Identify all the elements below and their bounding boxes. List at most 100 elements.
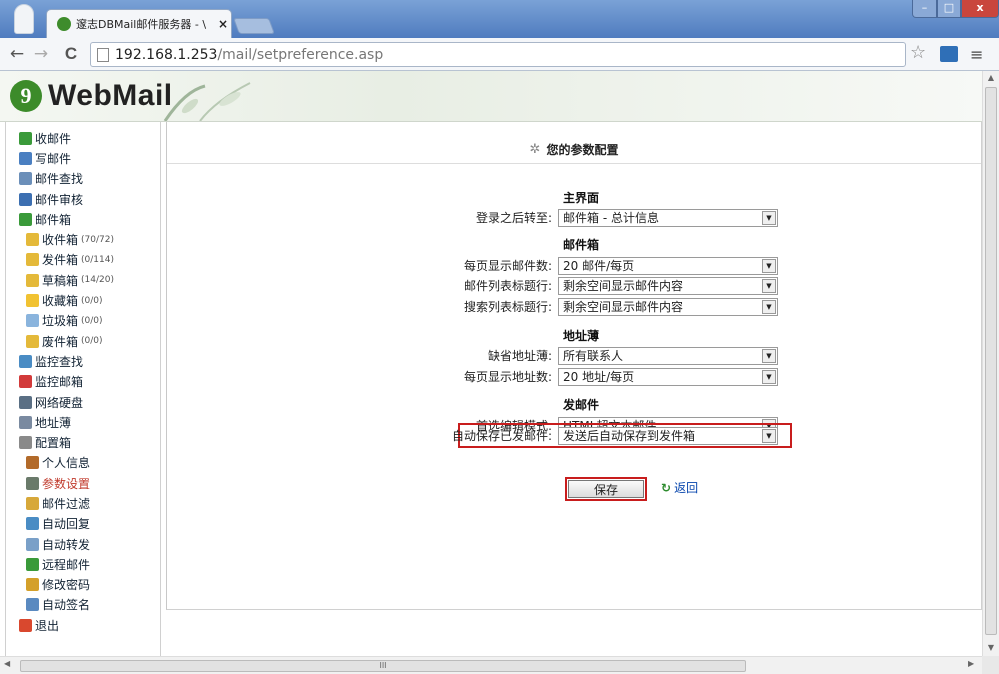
field-default-address-book: 缺省地址薄: 所有联系人 ▼ bbox=[442, 346, 787, 365]
gear-icon bbox=[26, 476, 39, 490]
field-label: 缺省地址薄: bbox=[487, 349, 552, 363]
sidebar-item[interactable]: 自动签名 bbox=[6, 595, 160, 615]
sidebar-item[interactable]: 网络硬盘 bbox=[6, 392, 160, 412]
sidebar-item[interactable]: 收藏箱 (0/0) bbox=[6, 290, 160, 310]
preferences-panel: ✲ 您的参数配置 主界面 登录之后转至: 邮件箱 - 总计信息 ▼ 邮件箱 每页显… bbox=[166, 122, 982, 610]
chevron-down-icon[interactable]: ▼ bbox=[762, 210, 776, 225]
tab-close-icon[interactable]: × bbox=[215, 17, 231, 31]
vertical-scroll-thumb[interactable] bbox=[985, 87, 997, 635]
sidebar-item-label: 收件箱 bbox=[42, 233, 79, 248]
section-main-ui: 主界面 bbox=[563, 191, 600, 205]
tab-title: 邃志DBMail邮件服务器 - \ bbox=[76, 18, 207, 31]
logout-icon bbox=[19, 618, 32, 632]
webmail-logo: 9 WebMail bbox=[10, 79, 173, 113]
back-link[interactable]: ↻ 返回 bbox=[661, 479, 698, 496]
sidebar-item[interactable]: 自动回复 bbox=[6, 514, 160, 534]
page-header: 9 WebMail bbox=[0, 71, 982, 122]
default-address-book-select[interactable]: 所有联系人 ▼ bbox=[558, 346, 778, 365]
scroll-right-icon[interactable]: ▶ bbox=[968, 659, 974, 668]
chevron-down-icon[interactable]: ▼ bbox=[762, 348, 776, 363]
chevron-down-icon[interactable]: ▼ bbox=[762, 278, 776, 293]
window-maximize-button[interactable]: □ bbox=[937, 0, 961, 18]
forward-arrow-icon[interactable]: → bbox=[30, 44, 52, 64]
reload-icon[interactable]: C bbox=[60, 44, 82, 64]
sidebar-item[interactable]: 垃圾箱 (0/0) bbox=[6, 311, 160, 331]
back-arrow-icon: ↻ bbox=[661, 480, 672, 495]
sidebar-item[interactable]: 发件箱 (0/114) bbox=[6, 250, 160, 270]
sidebar-item-label: 邮件查找 bbox=[35, 172, 84, 187]
sidebar-item[interactable]: 退出 bbox=[6, 615, 160, 635]
chevron-down-icon[interactable]: ▼ bbox=[762, 258, 776, 273]
sidebar-item[interactable]: 监控查找 bbox=[6, 351, 160, 371]
sidebar-item[interactable]: 收邮件 bbox=[6, 128, 160, 148]
sidebar-item[interactable]: 地址薄 bbox=[6, 412, 160, 432]
back-arrow-icon[interactable]: ← bbox=[6, 44, 28, 64]
address-bar[interactable]: 192.168.1.253/mail/setpreference.asp bbox=[90, 42, 906, 67]
window-titlebar: 邃志DBMail邮件服务器 - \ × – □ x bbox=[0, 0, 999, 38]
section-mailbox: 邮件箱 bbox=[563, 238, 600, 252]
folder-count: (14/20) bbox=[81, 275, 114, 286]
sidebar-item[interactable]: 草稿箱 (14/20) bbox=[6, 270, 160, 290]
new-tab-button[interactable] bbox=[233, 18, 275, 34]
sidebar-item[interactable]: 监控邮箱 bbox=[6, 372, 160, 392]
vertical-scrollbar[interactable]: ▲ ▼ bbox=[982, 71, 999, 656]
sidebar-item[interactable]: 写邮件 bbox=[6, 148, 160, 168]
user-avatar-icon[interactable] bbox=[14, 4, 34, 34]
mails-per-page-select[interactable]: 20 邮件/每页 ▼ bbox=[558, 256, 778, 275]
bookmark-star-icon[interactable]: ☆ bbox=[910, 42, 926, 63]
browser-menu-icon[interactable]: ≡ bbox=[970, 45, 983, 64]
extension-icon[interactable] bbox=[940, 46, 958, 62]
mailbox-home-icon bbox=[19, 212, 32, 226]
page-icon bbox=[97, 47, 109, 62]
horizontal-scrollbar[interactable]: ◀ III ▶ bbox=[0, 656, 982, 674]
sidebar-item-label: 网络硬盘 bbox=[35, 395, 84, 410]
sidebar-item[interactable]: 自动转发 bbox=[6, 534, 160, 554]
field-search-list-title: 搜索列表标题行: 剩余空间显示邮件内容 ▼ bbox=[442, 297, 787, 316]
sidebar-item[interactable]: 收件箱 (70/72) bbox=[6, 229, 160, 249]
search-icon bbox=[19, 172, 32, 186]
addresses-per-page-select[interactable]: 20 地址/每页 ▼ bbox=[558, 367, 778, 386]
folder-count: (0/0) bbox=[81, 315, 103, 326]
filter-mail-icon bbox=[26, 496, 39, 510]
lock-icon bbox=[26, 578, 39, 592]
auto-save-sent-select[interactable]: 发送后自动保存到发件箱 ▼ bbox=[558, 426, 778, 445]
save-button[interactable]: 保存 bbox=[565, 477, 647, 501]
chevron-down-icon[interactable]: ▼ bbox=[762, 369, 776, 384]
field-addresses-per-page: 每页显示地址数: 20 地址/每页 ▼ bbox=[442, 367, 787, 386]
scroll-down-icon[interactable]: ▼ bbox=[983, 643, 999, 652]
sidebar-item[interactable]: 邮件箱 bbox=[6, 209, 160, 229]
sidebar-item[interactable]: 修改密码 bbox=[6, 575, 160, 595]
sidebar-item[interactable]: 参数设置 bbox=[6, 473, 160, 493]
url-path: /mail/setpreference.asp bbox=[217, 46, 384, 63]
browser-toolbar: ← → C 192.168.1.253/mail/setpreference.a… bbox=[0, 38, 999, 71]
field-auto-save-sent: 自动保存已发邮件: 发送后自动保存到发件箱 ▼ bbox=[442, 426, 787, 445]
field-label: 邮件列表标题行: bbox=[463, 279, 552, 293]
sidebar-item-label: 配置箱 bbox=[35, 436, 72, 451]
sidebar-item-label: 收藏箱 bbox=[42, 294, 79, 309]
sidebar-item-label: 修改密码 bbox=[42, 578, 91, 593]
scroll-up-icon[interactable]: ▲ bbox=[983, 73, 999, 82]
mail-list-title-select[interactable]: 剩余空间显示邮件内容 ▼ bbox=[558, 276, 778, 295]
sidebar-item-label: 自动签名 bbox=[42, 598, 91, 613]
deleted-folder-icon bbox=[26, 334, 39, 348]
scroll-left-icon[interactable]: ◀ bbox=[4, 659, 10, 668]
save-button-label: 保存 bbox=[568, 480, 644, 498]
search-list-title-select[interactable]: 剩余空间显示邮件内容 ▼ bbox=[558, 297, 778, 316]
window-close-button[interactable]: x bbox=[961, 0, 999, 18]
after-login-select[interactable]: 邮件箱 - 总计信息 ▼ bbox=[558, 208, 778, 227]
sidebar-item[interactable]: 邮件查找 bbox=[6, 169, 160, 189]
site-favicon-icon bbox=[57, 17, 71, 31]
chevron-down-icon[interactable]: ▼ bbox=[762, 428, 776, 443]
sidebar-item[interactable]: 邮件审核 bbox=[6, 189, 160, 209]
sidebar-item[interactable]: 远程邮件 bbox=[6, 554, 160, 574]
sidebar-item[interactable]: 邮件过滤 bbox=[6, 493, 160, 513]
sidebar-item-label: 收邮件 bbox=[35, 131, 72, 146]
sidebar-item[interactable]: 废件箱 (0/0) bbox=[6, 331, 160, 351]
browser-tab[interactable]: 邃志DBMail邮件服务器 - \ × bbox=[46, 9, 232, 38]
sidebar-item[interactable]: 个人信息 bbox=[6, 453, 160, 473]
chevron-down-icon[interactable]: ▼ bbox=[762, 299, 776, 314]
horizontal-scroll-thumb[interactable]: III bbox=[20, 660, 746, 672]
window-minimize-button[interactable]: – bbox=[912, 0, 937, 18]
page-viewport: 9 WebMail 收邮件 写邮件 邮件查找 邮件审核 邮件箱 收件箱 (70/72) 发件箱… bbox=[0, 71, 982, 656]
sidebar-item[interactable]: 配置箱 bbox=[6, 432, 160, 452]
